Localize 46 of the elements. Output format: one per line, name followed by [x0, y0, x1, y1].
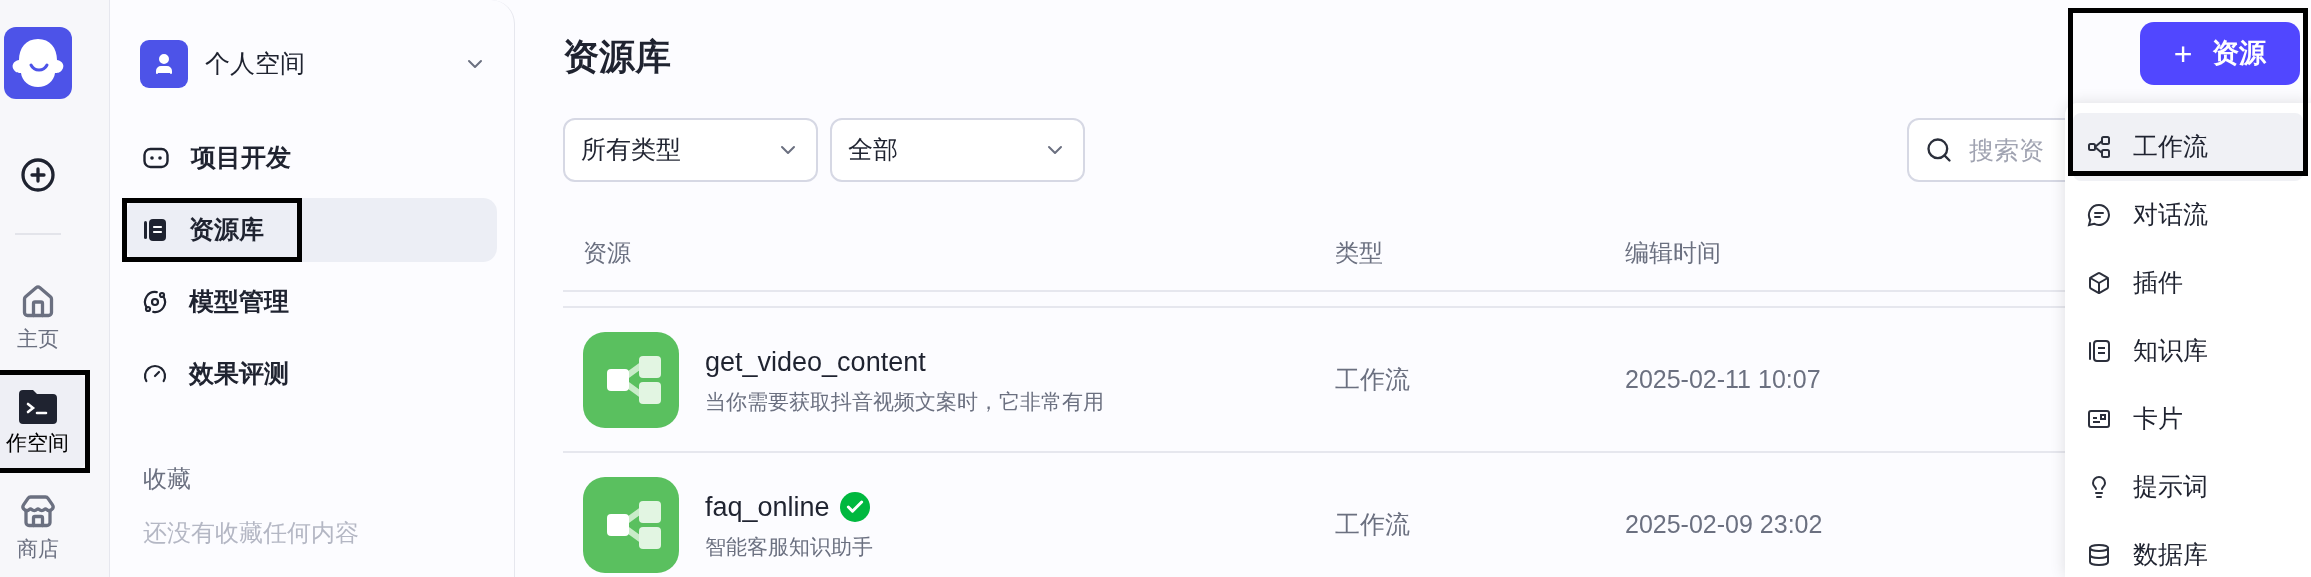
nav-item[interactable]: 效果评测 — [127, 342, 497, 406]
menu-item[interactable]: 数据库 — [2073, 521, 2303, 577]
resource-name: get_video_content — [705, 345, 926, 379]
column-header: 编辑时间 — [1624, 238, 1721, 268]
space-switcher[interactable]: 个人空间 — [127, 40, 497, 88]
app-logo[interactable] — [3, 27, 72, 99]
resource-description: 当你需要获取抖音视频文案时，它非常有用 — [705, 389, 1104, 415]
create-button[interactable] — [19, 157, 56, 193]
nav-item[interactable]: 模型管理 — [127, 270, 497, 334]
rail-item[interactable]: 主页 — [0, 269, 86, 364]
edited-time-cell-text: 2025-02-11 10:07 — [1624, 363, 1821, 395]
robot-face-icon — [143, 147, 169, 169]
column-header: 资源 — [582, 238, 631, 268]
id-card-icon — [2087, 407, 2111, 431]
menu-item[interactable]: 提示词 — [2073, 453, 2303, 521]
rail-item[interactable]: 作空间 — [0, 374, 86, 469]
filter-select[interactable]: 全部 — [830, 118, 1085, 182]
resource-description: 智能客服知识助手 — [705, 534, 873, 560]
workflow-icon — [2087, 135, 2111, 159]
space-avatar — [140, 40, 188, 88]
terminal-folder-icon — [18, 390, 57, 424]
workflow-tile-icon — [583, 331, 679, 428]
search-icon — [1925, 136, 1953, 164]
new-resource-button[interactable]: + 资源 — [2140, 22, 2300, 85]
filter-select[interactable]: 所有类型 — [563, 118, 818, 182]
empty-favorites-text: 还没有收藏任何内容 — [142, 518, 360, 548]
type-cell-text: 工作流 — [1334, 363, 1410, 395]
page-title: 资源库 — [563, 35, 671, 79]
nav-item[interactable]: 资源库 — [127, 198, 497, 262]
menu-item[interactable]: 工作流 — [2073, 113, 2303, 181]
favorites-heading: 收藏 — [142, 464, 192, 494]
book-icon — [143, 218, 167, 242]
orbit-icon — [143, 290, 167, 314]
rail-item[interactable]: 商店 — [0, 479, 86, 574]
menu-item[interactable]: 对话流 — [2073, 181, 2303, 249]
cube-icon — [2087, 271, 2111, 295]
workflow-tile-icon — [583, 476, 679, 573]
book-icon — [2087, 339, 2111, 363]
type-cell-text: 工作流 — [1334, 508, 1410, 540]
resource-name: faq_online — [705, 490, 830, 524]
store-icon — [19, 494, 56, 530]
column-header: 类型 — [1334, 238, 1383, 268]
chat-icon — [2087, 203, 2111, 227]
nav-item[interactable]: 项目开发 — [127, 126, 497, 190]
database-icon — [2087, 543, 2111, 567]
edited-time-cell-text: 2025-02-09 23:02 — [1624, 508, 1823, 540]
